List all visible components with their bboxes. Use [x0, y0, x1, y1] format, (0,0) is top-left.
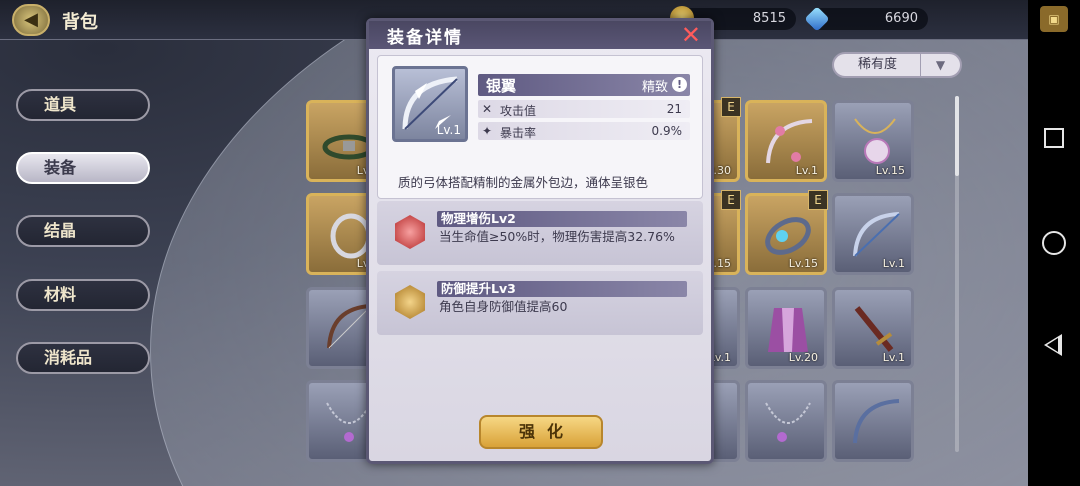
- stat-row-attack: ✕ 攻击值 21: [478, 100, 690, 118]
- slot-level: Lv.15: [875, 164, 905, 177]
- stat-value: 0.9%: [651, 124, 683, 138]
- robe-icon: [768, 308, 808, 352]
- inventory-slot[interactable]: Lv.1: [745, 100, 827, 182]
- equipment-detail-dialog: 装备详情 ✕ Lv.1 银翼 精致 ! ✕ 攻击值 21 ✦ 暴击率 0.9% …: [366, 18, 714, 464]
- skill-description: 当生命值≥50%时，物理伤害提高32.76%: [439, 229, 675, 244]
- enhance-button[interactable]: 强化: [479, 415, 603, 449]
- equipped-badge: E: [808, 190, 828, 210]
- inventory-slot[interactable]: Lv.1: [832, 193, 914, 275]
- home-icon[interactable]: [1042, 231, 1066, 255]
- equipped-badge: E: [721, 190, 741, 210]
- sort-dropdown[interactable]: 稀有度 ▼: [832, 52, 962, 78]
- sidebar-item-consumables[interactable]: 消耗品: [16, 342, 150, 374]
- item-icon: Lv.1: [392, 66, 468, 142]
- gem-amount: 6690: [884, 11, 918, 26]
- skill-name-bar: 物理增伤Lv2: [437, 211, 687, 227]
- slot-level: Lv.1: [795, 164, 818, 177]
- inventory-slot[interactable]: Lv.1: [832, 287, 914, 369]
- page-title: 背包: [62, 12, 98, 33]
- chevron-down-icon: ▼: [920, 54, 960, 76]
- necklace-icon: [765, 402, 811, 442]
- stat-label: 攻击值: [500, 104, 537, 118]
- grid-scrollbar[interactable]: [955, 96, 959, 452]
- item-name-bar: 银翼 精致 !: [478, 74, 690, 96]
- close-button[interactable]: ✕: [681, 21, 701, 49]
- bow-icon: [853, 212, 900, 257]
- sidebar-item-items[interactable]: 道具: [16, 89, 150, 121]
- recent-apps-icon[interactable]: [1044, 128, 1064, 148]
- skill-description: 角色自身防御值提高60: [439, 299, 568, 314]
- sidebar-item-label: 结晶: [44, 221, 77, 240]
- crossed-swords-icon: ✕: [482, 102, 493, 116]
- stat-value: 21: [666, 102, 682, 116]
- sidebar-item-equipment[interactable]: 装备: [16, 152, 150, 184]
- shield-icon: [395, 285, 425, 319]
- info-icon[interactable]: !: [672, 77, 687, 92]
- rose-bow-icon: [766, 119, 813, 164]
- treasure-chest-icon[interactable]: ▣: [1040, 6, 1068, 32]
- arrow-left-icon: ◀: [24, 9, 38, 30]
- bracelet-icon: [765, 217, 811, 255]
- inventory-slot[interactable]: [745, 380, 827, 462]
- skill-card: 防御提升Lv3 角色自身防御值提高60: [377, 271, 703, 335]
- slot-level: Lv.1: [882, 257, 905, 270]
- item-info-card: Lv.1 银翼 精致 ! ✕ 攻击值 21 ✦ 暴击率 0.9% 质的弓体搭配精…: [377, 55, 703, 199]
- inventory-slot[interactable]: [832, 380, 914, 462]
- pendant-icon: [854, 118, 896, 164]
- sidebar-item-materials[interactable]: 材料: [16, 279, 150, 311]
- dialog-header: 装备详情 ✕: [369, 21, 711, 49]
- dialog-title: 装备详情: [387, 28, 463, 48]
- inventory-slot[interactable]: Lv.15: [832, 100, 914, 182]
- crit-icon: ✦: [482, 124, 493, 138]
- back-button[interactable]: ◀: [12, 4, 50, 36]
- item-description: 质的弓体搭配精制的金属外包边，通体呈银色: [398, 175, 649, 190]
- slot-level: Lv.15: [788, 257, 818, 270]
- physical-damage-icon: [395, 215, 425, 249]
- sidebar-item-label: 材料: [44, 285, 77, 304]
- sword-icon: [854, 306, 894, 352]
- gold-amount: 8515: [752, 11, 786, 26]
- slot-level: Lv.1: [882, 351, 905, 364]
- item-level: Lv.1: [436, 123, 461, 137]
- item-rarity: 精致: [641, 80, 668, 95]
- item-name: 银翼: [486, 77, 517, 95]
- sidebar-item-label: 消耗品: [44, 348, 93, 367]
- system-nav-bar: [1028, 0, 1080, 486]
- equipped-badge: E: [721, 97, 741, 117]
- game-screen: Lv.1 Lv.1 Lv.30 Lv.15 Lv.1 Lv.1 Lv.15 Lv…: [0, 0, 1028, 486]
- stat-row-crit: ✦ 暴击率 0.9%: [478, 122, 690, 140]
- gem-icon: [804, 6, 830, 32]
- inventory-slot[interactable]: Lv.20: [745, 287, 827, 369]
- skill-name: 物理增伤Lv2: [441, 211, 516, 226]
- sidebar-item-label: 道具: [44, 95, 77, 114]
- bow-icon: [853, 399, 900, 444]
- skill-name: 防御提升Lv3: [441, 281, 516, 296]
- back-icon[interactable]: [1044, 334, 1062, 356]
- skill-card: 物理增伤Lv2 当生命值≥50%时，物理伤害提高32.76%: [377, 201, 703, 265]
- stat-label: 暴击率: [500, 126, 537, 140]
- gem-counter: 6690: [804, 6, 928, 32]
- sort-dropdown-label: 稀有度: [858, 57, 898, 72]
- slot-level: Lv.20: [788, 351, 818, 364]
- sidebar-item-crystals[interactable]: 结晶: [16, 215, 150, 247]
- skill-name-bar: 防御提升Lv3: [437, 281, 687, 297]
- sidebar-item-label: 装备: [44, 158, 77, 177]
